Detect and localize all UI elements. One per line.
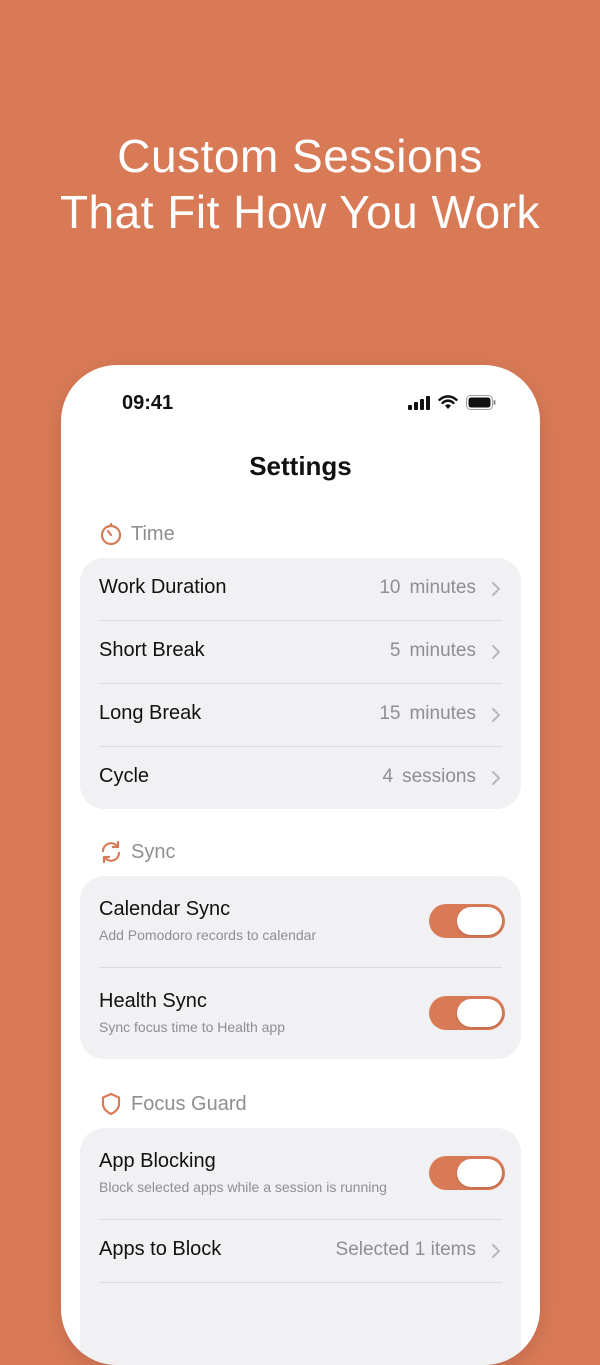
row-value: 10 minutes [379,577,476,598]
section-header-sync: Sync [99,840,175,864]
status-icons [408,395,496,410]
toggle-knob [457,907,502,935]
health-sync-toggle[interactable] [429,996,505,1030]
setting-row-health-sync: Health Sync Sync focus time to Health ap… [99,968,505,1059]
setting-row-long-break[interactable]: Long Break 15 minutes [99,684,502,747]
chevron-right-icon [492,771,500,785]
row-subtitle: Block selected apps while a session is r… [99,1179,387,1195]
setting-row-work-duration[interactable]: Work Duration 10 minutes [99,558,502,621]
row-label: Apps to Block [99,1238,222,1260]
chevron-right-icon [492,645,500,659]
row-label: Work Duration [99,576,227,598]
chevron-right-icon [492,708,500,722]
chevron-right-icon [492,1244,500,1258]
row-value: 4 sessions [382,766,477,787]
timer-icon [100,522,122,546]
page-title: Settings [249,451,352,481]
headline-line-1: Custom Sessions [117,130,483,182]
row-value: 15 minutes [379,703,476,724]
toggle-knob [457,999,502,1027]
row-label: Long Break [99,702,202,724]
cellular-signal-icon [408,395,430,410]
row-label: Calendar Sync [99,898,231,920]
setting-row-app-blocking: App Blocking Block selected apps while a… [99,1128,505,1220]
setting-row-apps-to-block[interactable]: Apps to Block Selected 1 items [99,1220,502,1283]
row-value: 5 minutes [389,640,476,661]
headline-line-2: That Fit How You Work [59,186,541,238]
section-header-time: Time [99,522,175,546]
sync-icon [101,840,121,864]
time-card: Work Duration 10 minutes Short Break 5 min… [80,558,521,809]
setting-row-calendar-sync: Calendar Sync Add Pomodoro records to ca… [99,876,505,968]
row-label: Cycle [99,765,150,787]
status-bar: 09:41 [61,365,540,443]
row-label: Short Break [99,639,205,661]
headline: Custom Sessions That Fit How You Work [0,128,600,240]
wifi-icon [438,395,458,409]
focus-guard-card: App Blocking Block selected apps while a… [80,1128,521,1365]
row-label: Health Sync [99,990,207,1012]
row-subtitle: Add Pomodoro records to calendar [99,927,317,943]
section-title-sync: Sync [131,840,176,863]
phone-screen: 09:41 Settings Time Work Duration 10 min… [61,365,540,1365]
row-value: Selected 1 items [335,1239,476,1260]
status-time: 09:41 [122,392,174,414]
row-subtitle: Sync focus time to Health app [99,1019,285,1035]
calendar-sync-toggle[interactable] [429,904,505,938]
setting-row-short-break[interactable]: Short Break 5 minutes [99,621,502,684]
shield-icon [101,1092,121,1116]
row-label: App Blocking [99,1150,216,1172]
toggle-knob [457,1159,502,1187]
battery-icon [466,395,496,410]
setting-row-cycle[interactable]: Cycle 4 sessions [99,747,502,809]
app-blocking-toggle[interactable] [429,1156,505,1190]
sync-card: Calendar Sync Add Pomodoro records to ca… [80,876,521,1059]
section-title-focus-guard: Focus Guard [131,1092,247,1115]
section-title-time: Time [131,522,175,545]
chevron-right-icon [492,582,500,596]
section-header-focus-guard: Focus Guard [99,1092,247,1116]
